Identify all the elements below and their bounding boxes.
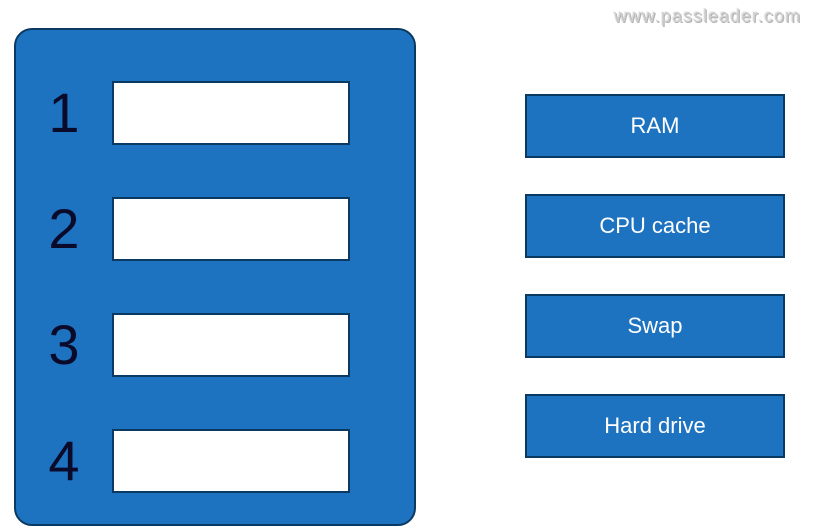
options-column: RAM CPU cache Swap Hard drive <box>525 94 785 494</box>
slot-row-2: 2 <box>16 196 414 261</box>
watermark-text: www.passleader.com <box>614 6 801 27</box>
slot-number-2: 2 <box>16 196 112 261</box>
slot-number-1: 1 <box>16 80 112 145</box>
option-swap[interactable]: Swap <box>525 294 785 358</box>
slot-row-1: 1 <box>16 80 414 145</box>
slot-row-4: 4 <box>16 428 414 493</box>
drop-slot-2[interactable] <box>112 197 350 261</box>
slot-row-3: 3 <box>16 312 414 377</box>
drop-slot-4[interactable] <box>112 429 350 493</box>
drop-target-panel: 1 2 3 4 <box>14 28 416 526</box>
slot-number-4: 4 <box>16 428 112 493</box>
slot-number-3: 3 <box>16 312 112 377</box>
option-hard-drive[interactable]: Hard drive <box>525 394 785 458</box>
drop-slot-1[interactable] <box>112 81 350 145</box>
option-cpu-cache[interactable]: CPU cache <box>525 194 785 258</box>
drop-slot-3[interactable] <box>112 313 350 377</box>
option-ram[interactable]: RAM <box>525 94 785 158</box>
